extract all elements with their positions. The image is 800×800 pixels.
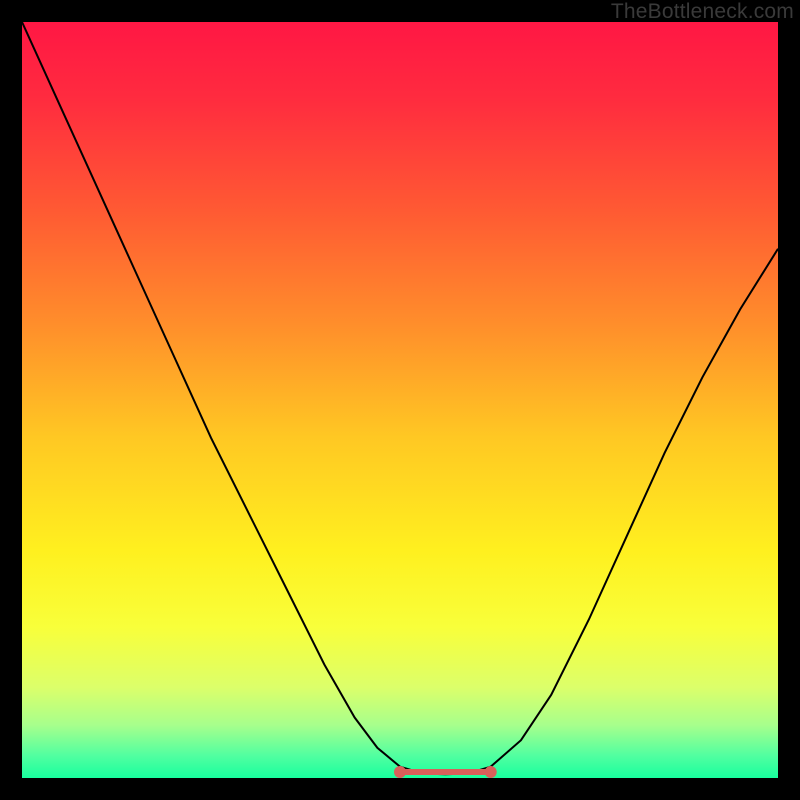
plot-area xyxy=(22,22,778,778)
chart-container: TheBottleneck.com xyxy=(0,0,800,800)
bottleneck-chart xyxy=(22,22,778,778)
gradient-background xyxy=(22,22,778,778)
watermark-text: TheBottleneck.com xyxy=(611,0,794,24)
